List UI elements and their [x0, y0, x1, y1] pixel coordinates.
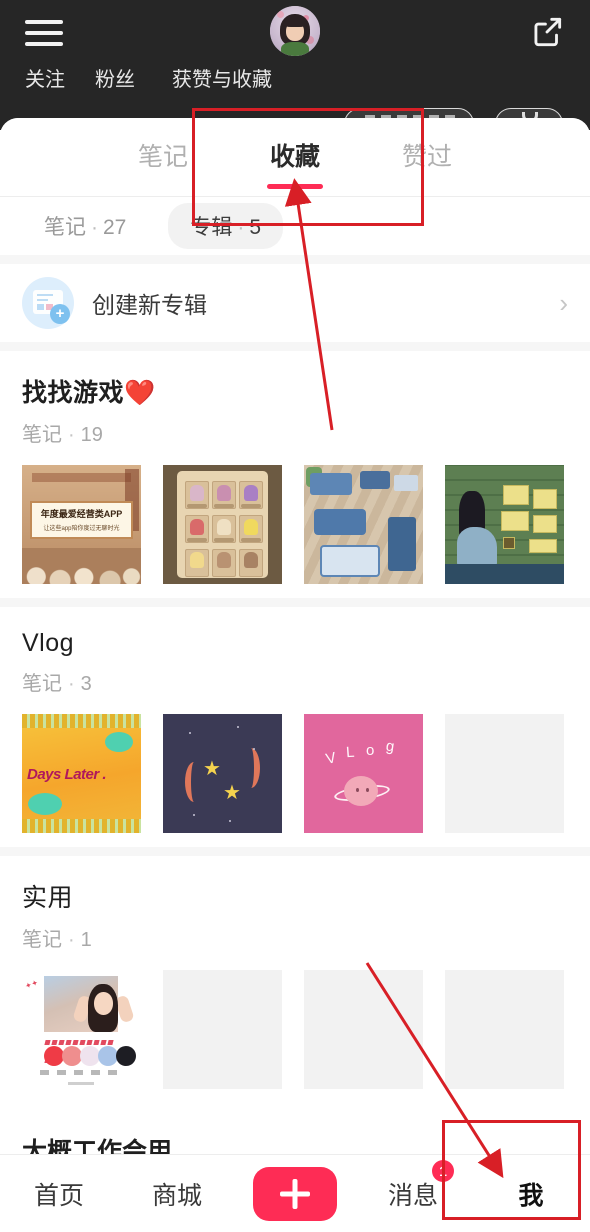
album-meta-count: 1 — [80, 929, 92, 951]
album-section-partial: 大概工作会用 — [0, 1120, 590, 1154]
album-section: 找找游戏❤️ 笔记 · 19 年度最爱经营类APP 让这些app陪你度过无聊时光 — [0, 351, 590, 598]
nav-item-messages[interactable]: 消息 1 — [354, 1159, 472, 1212]
album-header[interactable]: 实用 笔记 · 1 — [0, 856, 590, 952]
album-thumbnails: 年度最爱经营类APP 让这些app陪你度过无聊时光 — [0, 447, 590, 584]
tab-notes-label: 笔记 — [137, 143, 188, 171]
section-divider-1 — [0, 255, 590, 264]
status-badge: 1 — [432, 1159, 454, 1182]
profile-header: 关注 粉丝 获赞与收藏 — [0, 0, 590, 140]
thumb-empty — [445, 714, 564, 833]
album-title: 大概工作会用 — [22, 1138, 173, 1154]
profile-tabs: 笔记 收藏 赞过 — [0, 118, 590, 196]
section-divider-4 — [0, 847, 590, 856]
thumb-color-palette[interactable]: ✦✦ — [22, 970, 141, 1089]
nav-create-wrap — [236, 1166, 354, 1221]
filter-chip-row: 笔记 · 27 专辑 · 5 — [0, 197, 590, 255]
album-meta: 笔记 · 19 — [22, 418, 568, 447]
stat-fans[interactable]: 粉丝 — [95, 70, 135, 90]
thumb-empty — [304, 970, 423, 1089]
nav-item-label: 商城 — [151, 1181, 202, 1210]
album-meta-sep: · — [68, 673, 75, 695]
album-title: 实用 — [22, 884, 74, 912]
thumb-empty — [163, 970, 282, 1089]
album-title: Vlog — [22, 629, 75, 657]
create-album-row[interactable]: + 创建新专辑 › — [0, 264, 590, 342]
chip-notes-label: 笔记 — [44, 216, 86, 239]
album-title: 找找游戏❤️ — [22, 379, 156, 407]
thumb-game-wall-notes[interactable] — [445, 465, 564, 584]
plus-icon[interactable] — [253, 1166, 337, 1221]
thumb-empty — [445, 970, 564, 1089]
album-meta: 笔记 · 3 — [22, 667, 568, 696]
album-meta-label: 笔记 — [22, 929, 62, 951]
nav-item-me[interactable]: 我 — [472, 1176, 590, 1212]
tab-liked-label: 赞过 — [402, 143, 453, 171]
thumb-days-later[interactable]: Days Later . — [22, 714, 141, 833]
stat-following[interactable]: 关注 — [25, 70, 65, 90]
nav-item-shop[interactable]: 商城 — [118, 1176, 236, 1212]
section-divider-2 — [0, 342, 590, 351]
avatar[interactable] — [270, 6, 320, 56]
nav-item-label: 我 — [518, 1181, 544, 1210]
thumb-game-isometric-room[interactable] — [304, 465, 423, 584]
create-album-label: 创建新专辑 — [92, 292, 207, 318]
thumb-stars-night[interactable]: ★ ★ — [163, 714, 282, 833]
thumb-game-drinks-grid[interactable] — [163, 465, 282, 584]
album-meta-count: 19 — [80, 424, 103, 446]
album-meta-sep: · — [68, 929, 75, 951]
thumb-game-app-award[interactable]: 年度最爱经营类APP 让这些app陪你度过无聊时光 — [22, 465, 141, 584]
tab-collections[interactable]: 收藏 — [266, 137, 323, 189]
album-meta-label: 笔记 — [22, 673, 62, 695]
chevron-right-icon: › — [559, 288, 568, 318]
chip-albums-count: 5 — [249, 216, 262, 239]
chip-albums[interactable]: 专辑 · 5 — [168, 203, 284, 249]
bottom-navigation: 首页 商城 消息 1 我 — [0, 1154, 590, 1232]
album-meta-label: 笔记 — [22, 424, 62, 446]
profile-stats: 关注 粉丝 获赞与收藏 — [0, 60, 590, 140]
album-meta: 笔记 · 1 — [22, 923, 568, 952]
tab-active-underline — [266, 184, 323, 189]
album-section: 实用 笔记 · 1 ✦✦ — [0, 856, 590, 1103]
header-top-bar — [0, 0, 590, 68]
album-thumbnails: ✦✦ — [0, 952, 590, 1089]
tab-collections-label: 收藏 — [269, 143, 320, 171]
album-section: Vlog 笔记 · 3 Days Later . ★ ★ V L o g — [0, 607, 590, 847]
tab-liked[interactable]: 赞过 — [402, 137, 452, 177]
album-meta-sep: · — [68, 424, 75, 446]
chip-notes[interactable]: 笔记 · 27 — [22, 203, 148, 249]
content-sheet: 笔记 收藏 赞过 笔记 · 27 专辑 · 5 + 创建新专辑 › 找找游戏❤️… — [0, 118, 590, 1232]
thumb-caption: 年度最爱经营类APP — [40, 509, 123, 519]
share-external-icon[interactable] — [528, 13, 566, 51]
create-album-icon: + — [22, 277, 74, 329]
hamburger-icon[interactable] — [25, 16, 65, 50]
stat-likes-collections[interactable]: 获赞与收藏 — [172, 70, 272, 90]
thumb-caption: Days Later . — [27, 766, 107, 783]
nav-item-label: 首页 — [33, 1181, 84, 1210]
thumb-vlog-planet[interactable]: V L o g — [304, 714, 423, 833]
nav-item-home[interactable]: 首页 — [0, 1176, 118, 1212]
section-divider-3 — [0, 598, 590, 607]
album-meta-count: 3 — [80, 673, 92, 695]
album-header[interactable]: 找找游戏❤️ 笔记 · 19 — [0, 351, 590, 447]
thumb-subcaption: 让这些app陪你度过无聊时光 — [43, 526, 120, 532]
nav-item-label: 消息 — [387, 1181, 438, 1210]
chip-notes-sep: · — [91, 216, 98, 239]
chip-notes-count: 27 — [103, 216, 127, 239]
chip-albums-label: 专辑 — [190, 216, 233, 239]
chip-albums-sep: · — [237, 216, 245, 239]
app-root: 关注 粉丝 获赞与收藏 笔记 收藏 赞过 笔记 · 27 专辑 · 5 + 创建… — [0, 0, 590, 1232]
tab-notes[interactable]: 笔记 — [138, 137, 188, 177]
album-thumbnails: Days Later . ★ ★ V L o g — [0, 696, 590, 833]
album-header[interactable]: Vlog 笔记 · 3 — [0, 607, 590, 696]
